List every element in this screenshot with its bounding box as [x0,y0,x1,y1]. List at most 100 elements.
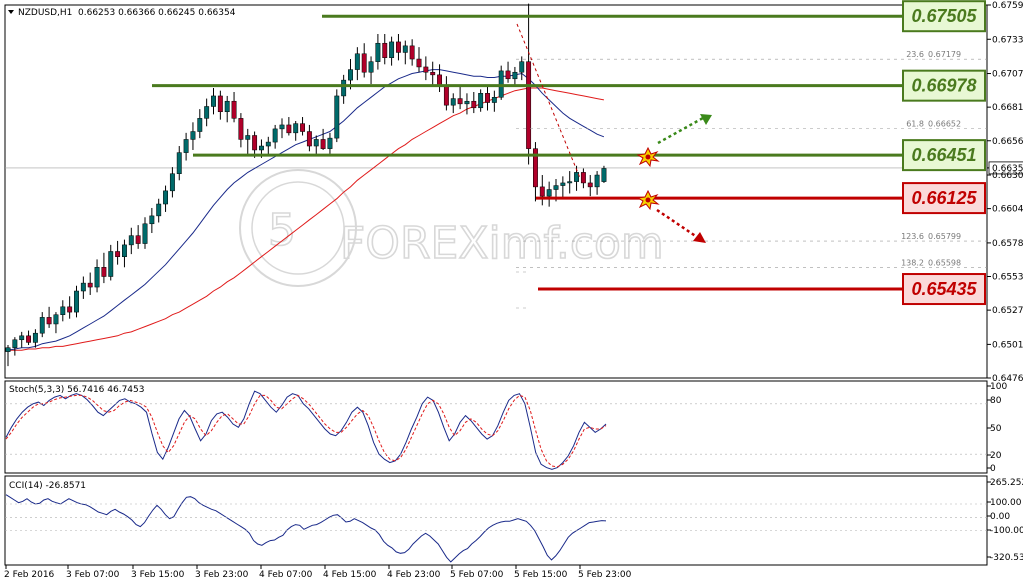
indicator-tick-label: 0.00 [990,512,1010,522]
main-panel-frame [4,4,988,379]
candle [122,239,127,268]
candle [135,225,141,249]
candle [491,90,497,112]
candle-body [361,53,367,73]
price-tick-label: 0.65785 [992,239,1023,249]
candle [396,33,401,61]
candle [567,171,573,194]
time-tick-label: 4 Feb 07:00 [259,570,313,580]
candle-body [80,282,86,292]
candle [437,64,443,92]
indicator-tick-label: 265.252 [990,478,1023,488]
price-tick-label: 0.67330 [992,35,1023,45]
candle [26,330,32,346]
candle-body [375,42,381,62]
cci-indicator: 265.252 100.00 0.00 -100.00 -320.532 [5,478,1023,563]
candle [539,175,545,206]
candle-body [217,95,223,113]
price-tick-label: 0.66560 [992,137,1023,147]
time-tick-label: 4 Feb 15:00 [323,570,377,580]
candle [526,3,532,165]
candle [354,47,360,81]
candle [423,56,429,81]
price-tick-label: 0.65015 [992,340,1023,350]
candle-body [457,98,463,105]
resistance-label: 0.66451 [911,145,976,165]
candle-body [313,139,319,147]
candle [32,329,38,348]
candle [587,175,593,197]
candle [334,89,340,143]
arrowhead-down [693,232,706,243]
time-axis: 2 Feb 2016 3 Feb 07:00 3 Feb 15:00 3 Feb 23… [4,565,632,580]
watermark-text: FOREXimf.com [340,218,664,269]
candle [197,109,203,139]
candle [128,227,134,255]
candle [217,90,223,120]
candle-body [252,135,258,151]
chart-header: NZDUSD,H1 0.66253 0.66366 0.66245 0.6635… [8,8,236,18]
price-tick-label: 0.66300 [992,171,1023,181]
candle-body [560,182,566,186]
candle-body [341,79,347,97]
candle-body [156,203,162,217]
candle-body [231,100,237,119]
candle [341,74,347,104]
candle-body [101,267,107,277]
candle [163,185,169,212]
price-tick-label: 0.67070 [992,70,1023,80]
candle [519,56,525,81]
candle [46,306,52,328]
candle-body [423,66,429,73]
candle [457,86,463,110]
candle-body [306,131,312,147]
candle [169,167,175,198]
candle-body [32,332,38,343]
candle-body [183,139,189,153]
annotations [516,23,712,243]
candle [245,128,251,156]
candle-body [443,86,449,106]
candle-body [546,189,552,197]
indicator-tick-label: -100.00 [990,526,1023,536]
candle-body [245,135,251,140]
candle [313,135,319,156]
resistance-label: 0.66978 [911,76,976,96]
candle [327,132,333,154]
candle-body [142,223,148,244]
candle-body [67,306,73,313]
indicator-tick-label: 100.00 [990,498,1022,508]
candle [478,89,484,112]
candle [430,61,436,86]
candle-body [300,123,306,132]
candle [101,252,107,284]
fib-ratio: 123.6 [901,232,924,241]
candles [5,3,607,367]
candle [505,61,511,83]
time-tick-label: 5 Feb 15:00 [514,570,568,580]
candle [402,40,408,65]
forex-chart: 5 FOREXimf.com 0.67505 0.66978 0.66451 0.66… [4,0,1023,580]
candle-body [368,61,374,73]
candle [60,300,66,322]
fib-ratio: 23.6 [906,50,924,59]
candle-body [128,235,134,246]
stoch-panel-frame [4,380,988,474]
candle [80,276,86,299]
time-tick-label: 5 Feb 23:00 [578,570,632,580]
price-tick-label: 0.66045 [992,205,1023,215]
candle-body [526,61,532,149]
candle-body [211,95,216,107]
time-tick-label: 3 Feb 23:00 [195,570,249,580]
candle [238,113,244,148]
candle-body [163,190,169,205]
candle [533,142,538,202]
candle-body [12,339,18,348]
candle-body [293,123,299,134]
price-tick-label: 0.66815 [992,103,1023,113]
candle [279,118,285,139]
dropdown-triangle-icon[interactable] [8,10,14,14]
time-tick-label: 5 Feb 07:00 [450,570,504,580]
candle-body [19,335,25,341]
candle [471,91,477,114]
